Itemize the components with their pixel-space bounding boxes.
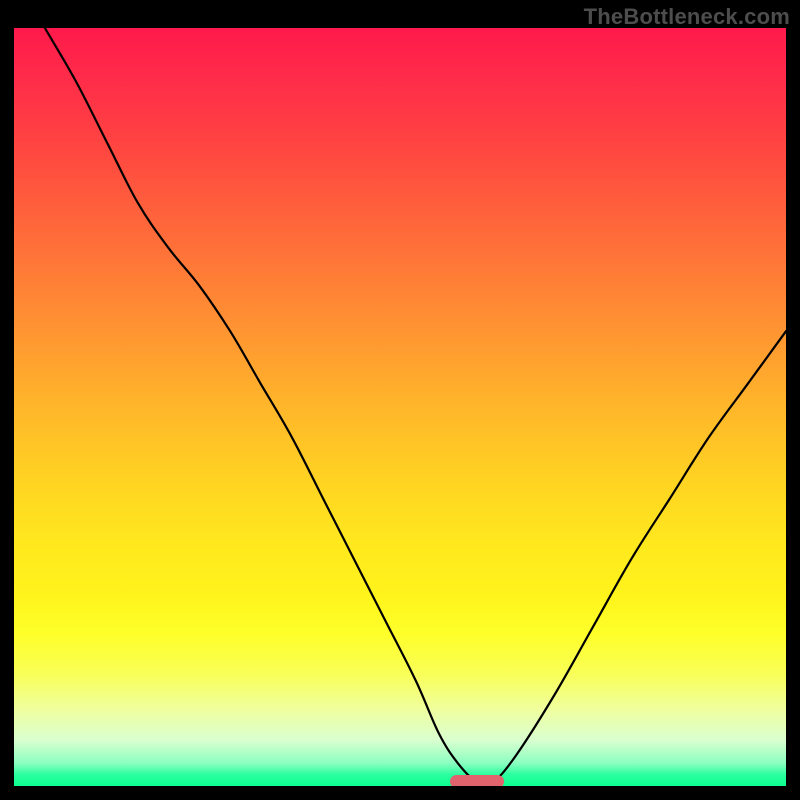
watermark-text: TheBottleneck.com xyxy=(584,4,790,30)
chart-frame: TheBottleneck.com xyxy=(0,0,800,800)
optimum-marker xyxy=(450,775,504,786)
plot-area xyxy=(14,28,786,786)
bottleneck-curve xyxy=(14,28,786,786)
